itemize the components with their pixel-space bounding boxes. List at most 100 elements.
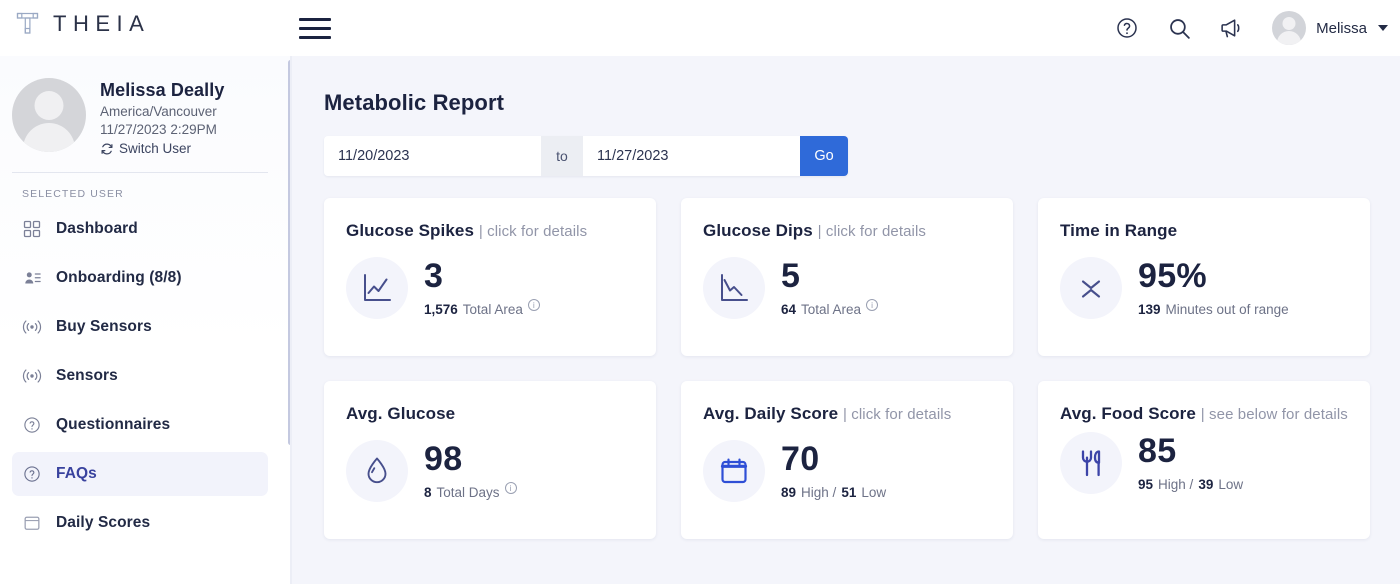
metric-cards-grid: Glucose Spikes | click for details 3 1,5… — [324, 198, 1400, 539]
card-subtitle: | see below for details — [1200, 406, 1348, 423]
card-title-text: Glucose Spikes — [346, 221, 475, 240]
question-circle-icon — [22, 464, 42, 484]
grid-icon — [22, 219, 42, 239]
sensor-wave-icon — [22, 366, 42, 386]
card-value: 3 — [424, 256, 444, 295]
info-icon[interactable]: i — [504, 482, 517, 495]
main-content: Metabolic Report to Go Glucose Spikes | … — [292, 56, 1400, 584]
card-meta-value: 8 — [424, 484, 432, 500]
card-title-text: Avg. Food Score — [1060, 404, 1196, 423]
card-subtitle: | click for details — [817, 223, 926, 240]
card-meta: 89 High / 51 Low — [781, 485, 886, 500]
card-meta-label: Total Area — [801, 301, 862, 317]
sidebar-item-onboarding[interactable]: Onboarding (8/8) — [12, 256, 268, 300]
calendar-icon — [22, 513, 42, 533]
card-meta: 64 Total Area i — [781, 299, 879, 317]
card-title-text: Time in Range — [1060, 221, 1178, 240]
page-title: Metabolic Report — [324, 90, 505, 115]
card-glucose-dips[interactable]: Glucose Dips | click for details 5 64 To… — [681, 198, 1013, 356]
card-title: Glucose Spikes | click for details — [346, 220, 636, 243]
card-avg-glucose[interactable]: Avg. Glucose 98 8 Total Days i — [324, 381, 656, 539]
top-header-bar: THEIA Melissa — [0, 0, 1400, 56]
megaphone-icon[interactable] — [1218, 15, 1244, 41]
theia-t-logo-icon — [16, 12, 39, 34]
brand-name: THEIA — [53, 11, 151, 36]
card-meta-value: 139 — [1138, 301, 1161, 317]
line-chart-up-icon — [346, 256, 408, 319]
card-title: Avg. Daily Score | click for details — [703, 403, 993, 426]
card-value: 70 — [781, 439, 820, 478]
card-meta: 95 High / 39 Low — [1138, 477, 1243, 492]
card-meta-value-2: 39 — [1198, 476, 1214, 492]
sidebar-timezone: America/Vancouver — [100, 104, 217, 119]
date-range-separator: to — [541, 136, 583, 176]
sidebar-item-label: Dashboard — [56, 220, 138, 237]
sidebar-item-questionnaires[interactable]: Questionnaires — [12, 403, 268, 447]
card-title: Avg. Glucose — [346, 403, 636, 426]
switch-user-button[interactable]: Switch User — [100, 141, 224, 156]
card-avg-food-score[interactable]: Avg. Food Score | see below for details … — [1038, 381, 1370, 539]
card-meta: 139 Minutes out of range — [1138, 302, 1289, 317]
sidebar-nav: Dashboard Onboarding (8/8) Buy Sensors S… — [0, 207, 290, 545]
card-title-text: Glucose Dips — [703, 221, 813, 240]
avatar — [1272, 11, 1307, 45]
card-value: 5 — [781, 256, 801, 295]
card-value: 95% — [1138, 256, 1207, 295]
fork-knife-icon — [1060, 431, 1122, 494]
chevron-down-icon — [1378, 25, 1388, 31]
card-meta-value: 89 — [781, 484, 797, 500]
hamburger-menu-icon[interactable] — [299, 14, 331, 42]
info-icon[interactable]: i — [866, 299, 879, 312]
date-to-input[interactable] — [583, 136, 800, 176]
sidebar-datetime: 11/27/2023 2:29PM — [100, 122, 217, 137]
card-title-text: Avg. Glucose — [346, 404, 456, 423]
card-meta-label: Total Area — [462, 301, 523, 317]
card-value: 85 — [1138, 431, 1177, 470]
switch-user-label: Switch User — [119, 141, 192, 156]
card-meta-label-2: Low — [861, 484, 887, 500]
sidebar-user-name: Melissa Deally — [100, 80, 225, 100]
refresh-icon — [101, 143, 113, 154]
card-meta-label: High / — [1158, 476, 1194, 492]
sidebar-item-sensors[interactable]: Sensors — [12, 354, 268, 398]
help-circle-icon[interactable] — [1114, 15, 1140, 41]
calendar-icon — [703, 439, 765, 502]
sidebar-item-dashboard[interactable]: Dashboard — [12, 207, 268, 251]
card-title-text: Avg. Daily Score — [703, 404, 839, 423]
sidebar-section-label: SELECTED USER — [22, 188, 124, 200]
user-menu[interactable]: Melissa — [1272, 11, 1388, 45]
card-title: Time in Range — [1060, 220, 1350, 243]
card-title: Glucose Dips | click for details — [703, 220, 993, 243]
range-chevrons-icon — [1060, 256, 1122, 319]
go-button[interactable]: Go — [800, 136, 848, 176]
card-glucose-spikes[interactable]: Glucose Spikes | click for details 3 1,5… — [324, 198, 656, 356]
date-range-picker: to Go — [324, 136, 848, 176]
line-chart-down-icon — [703, 256, 765, 319]
avatar — [12, 78, 86, 152]
sidebar-item-daily-scores[interactable]: Daily Scores — [12, 501, 268, 545]
sidebar-item-label: Onboarding (8/8) — [56, 269, 182, 286]
header-actions: Melissa — [1114, 0, 1388, 56]
card-meta-label: Total Days — [436, 484, 500, 500]
blood-drop-icon — [346, 439, 408, 502]
card-avg-daily-score[interactable]: Avg. Daily Score | click for details 70 … — [681, 381, 1013, 539]
card-meta-value-2: 51 — [841, 484, 857, 500]
card-meta-value: 1,576 — [424, 301, 458, 317]
card-time-in-range[interactable]: Time in Range 95% 139 Minutes out of ran… — [1038, 198, 1370, 356]
date-from-input[interactable] — [324, 136, 541, 176]
info-icon[interactable]: i — [527, 299, 540, 312]
sidebar: Melissa Deally America/Vancouver 11/27/2… — [0, 56, 290, 584]
sidebar-item-buy-sensors[interactable]: Buy Sensors — [12, 305, 268, 349]
sidebar-user-panel: Melissa Deally America/Vancouver 11/27/2… — [0, 56, 290, 156]
card-meta-label: High / — [801, 484, 837, 500]
card-meta-value: 64 — [781, 301, 797, 317]
sidebar-item-label: Sensors — [56, 367, 118, 384]
card-meta: 8 Total Days i — [424, 482, 517, 500]
search-icon[interactable] — [1166, 15, 1192, 41]
card-meta-value: 95 — [1138, 476, 1154, 492]
sidebar-item-faqs[interactable]: FAQs — [12, 452, 268, 496]
sidebar-item-label: Buy Sensors — [56, 318, 152, 335]
card-title: Avg. Food Score | see below for details — [1060, 403, 1350, 426]
brand-logo[interactable]: THEIA — [14, 9, 150, 39]
sidebar-item-label: FAQs — [56, 465, 97, 482]
